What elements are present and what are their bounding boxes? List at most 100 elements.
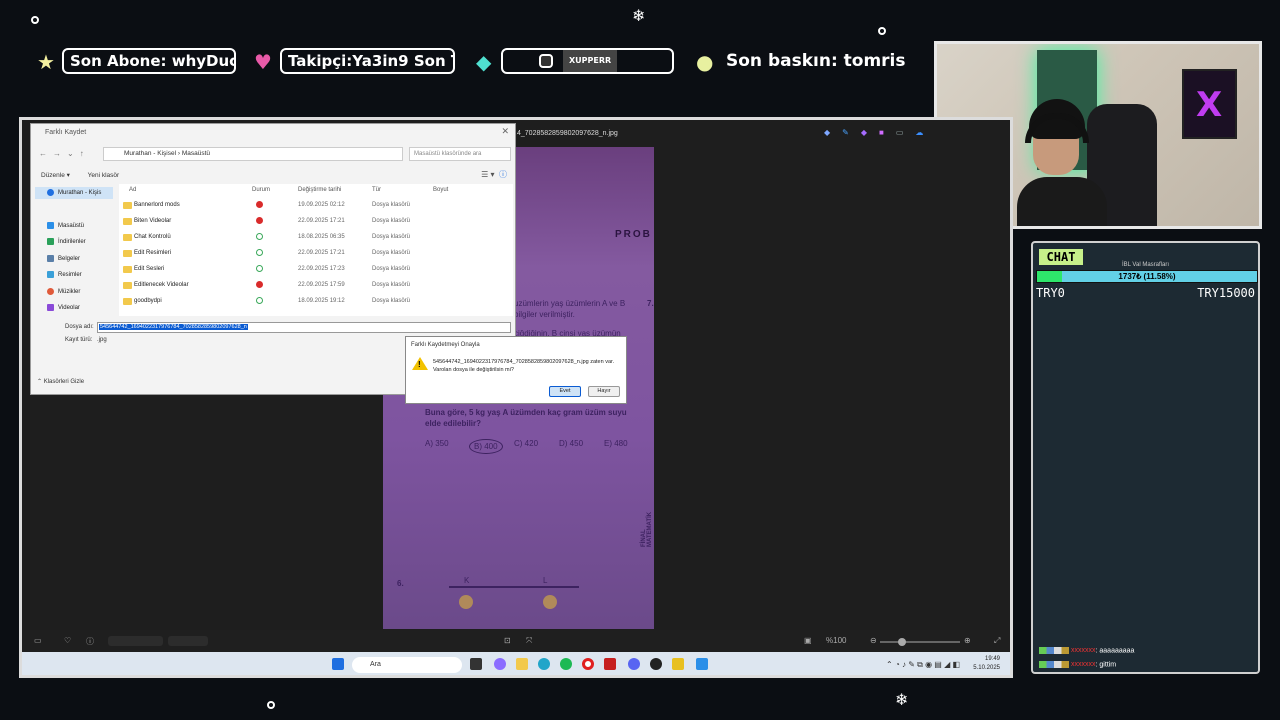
sidebar-item-label: Belgeler [58,256,81,263]
organize-button[interactable]: Düzenle ▾ [41,172,70,179]
file-row[interactable]: goodbydpi 18.09.2025 19:12 Dosya klasörü [119,294,513,310]
file-type: Dosya klasörü [372,250,411,256]
onedrive-icon[interactable]: ☁ [915,128,923,137]
sidebar-item-downloads[interactable]: İndirilenler [47,238,86,245]
sidebar-item-pictures[interactable]: Resimler [47,271,82,278]
address-bar[interactable]: Murathan - Kişisel › Masaüstü [103,147,403,161]
view-size-icon[interactable]: ▣ [804,636,812,645]
app-icon[interactable] [672,658,684,670]
edit-icon[interactable]: ✎ [842,128,849,137]
folder-icon [123,298,132,305]
confirm-line: Varolan dosya ile değiştirilsin mi? [433,367,514,373]
zoom-out-icon[interactable]: ⊖ [870,636,877,645]
address-segment[interactable]: Masaüstü [182,150,210,157]
fullscreen-icon[interactable]: ⤢ [994,636,1000,646]
snowflake-icon: ❄ [632,6,646,25]
file-row[interactable]: Bannerlord mods 19.09.2025 02:12 Dosya kla… [119,198,513,214]
sidebar-item-label: Müzikler [58,289,81,296]
yes-button[interactable]: Evet [549,386,581,397]
hide-folders-toggle[interactable]: ⌃ Klasörleri Gizle [37,378,84,385]
help-icon[interactable]: ⓘ [499,170,507,179]
folder-icon [123,218,132,225]
share-icon[interactable]: ▭ [896,128,904,137]
app-icon[interactable] [650,658,662,670]
spotify-icon[interactable] [560,658,572,670]
col-header-type[interactable]: Tür [372,187,381,193]
photos-icon[interactable] [696,658,708,670]
view-options[interactable]: ☰ ▾ ⓘ [481,169,507,180]
designer-icon[interactable]: ■ [879,128,884,137]
no-button[interactable]: Hayır [588,386,620,397]
last-raid-banner: Son baskın: tomrishim [726,51,906,71]
file-explorer-icon[interactable] [516,658,528,670]
copilot-icon[interactable]: ◆ [824,128,830,137]
photo-label-l: L [543,576,548,585]
viewer-filename: …4_7028582859802097628_n.jpg [510,130,618,137]
info-icon[interactable]: ⓘ [86,636,94,647]
nav-buttons[interactable]: ←→⌄↑ [39,149,90,158]
copilot-app-icon[interactable] [494,658,506,670]
taskbar-clock[interactable]: 19:49 5.10.2025 [973,655,1000,673]
heart-icon: ♥ [254,50,272,74]
sidebar-item-label: Murathan - Kişis [58,190,102,197]
new-folder-button[interactable]: Yeni klasör [88,172,120,179]
zoom-level[interactable]: %100 [826,636,846,645]
folder-icon [123,266,132,273]
folder-search-input[interactable]: Masaüstü klasöründe ara [409,147,511,161]
sidebar-item-documents[interactable]: Belgeler [47,255,80,262]
file-row[interactable]: Edit Resimleri 22.09.2025 17:21 Dosya klas… [119,246,513,262]
col-header-name[interactable]: Ad [129,187,136,193]
sidebar-item-music[interactable]: Müzikler [47,288,80,295]
clipchamp-icon[interactable]: ◆ [861,128,867,137]
filmstrip-icon[interactable]: ▭ [34,636,42,645]
filetype-select[interactable]: .jpg [97,335,397,346]
sidebar-item-desktop[interactable]: Masaüstü [47,222,84,229]
fit-icon[interactable]: ⊡ [504,636,511,645]
sidebar-item-label: İndirilenler [58,239,86,246]
chat-username: xxxxxxx [1071,647,1096,655]
file-name: Biten Videolar [134,218,172,224]
rotate-icon[interactable]: ⤧ [526,636,532,646]
filename-input[interactable]: 545644742_1694022317976784_7028582859802… [97,322,511,333]
edge-icon[interactable] [538,658,550,670]
app-icon[interactable] [604,658,616,670]
zoom-slider[interactable] [880,638,960,646]
folder-icon [123,202,132,209]
zoom-in-icon[interactable]: ⊕ [964,636,971,645]
col-header-date[interactable]: Değiştirme tarihi [298,187,341,193]
file-row[interactable]: Editlenecek Videolar 22.09.2025 17:59 Dosy… [119,278,513,294]
discord-icon[interactable] [628,658,640,670]
file-name: Bannerlord mods [134,202,180,208]
taskbar-search[interactable]: Ara [352,657,462,673]
col-header-size[interactable]: Boyut [433,187,448,193]
file-row[interactable]: Biten Videolar 22.09.2025 17:21 Dosya klas… [119,214,513,230]
file-name: Edit Sesleri [134,266,165,272]
sync-status-icon [256,233,263,240]
confirm-line: 545644742_1694022317976784_7028582859802… [433,359,615,365]
file-row[interactable]: Chat Kontrolü 18.08.2025 06:35 Dosya klasö… [119,230,513,246]
instagram-banner: XUPPERR [501,48,674,74]
close-icon[interactable]: ✕ [501,126,509,137]
windows-start-icon[interactable] [332,658,344,670]
file-row[interactable]: Edit Sesleri 22.09.2025 17:23 Dosya klasör… [119,262,513,278]
filetype-label: Kayıt türü: [65,337,93,343]
sidebar-item-videos[interactable]: Videolar [47,304,80,311]
file-date: 19.09.2025 02:12 [298,202,345,208]
address-segment[interactable]: Murathan - Kişisel [124,150,176,157]
task-view-icon[interactable] [470,658,482,670]
photo-qnum: 7. [647,299,654,308]
confirm-title: Farklı Kaydetmeyi Onayla [411,342,480,348]
sidebar-item-onedrive[interactable]: Murathan - Kişis [47,189,101,196]
opera-icon[interactable] [582,658,594,670]
zoom-slider-knob[interactable] [898,638,906,646]
goal-label: İBL Val Masrafları [1121,262,1169,268]
favorite-icon[interactable]: ♡ [64,636,71,645]
sync-status-icon [256,281,263,288]
system-tray[interactable]: ⌃ ◔ ♪ ✎ ⧉ ◉ ▤ ◢ ◧ [886,660,960,670]
photo-text: bilgiler verilmiştir. [514,310,575,319]
col-header-status[interactable]: Durum [252,187,270,193]
photo-option: B) 400 [469,439,503,454]
sync-status-icon [256,217,263,224]
viewer-pill [108,636,163,646]
photo-option: A) 350 [425,439,449,448]
